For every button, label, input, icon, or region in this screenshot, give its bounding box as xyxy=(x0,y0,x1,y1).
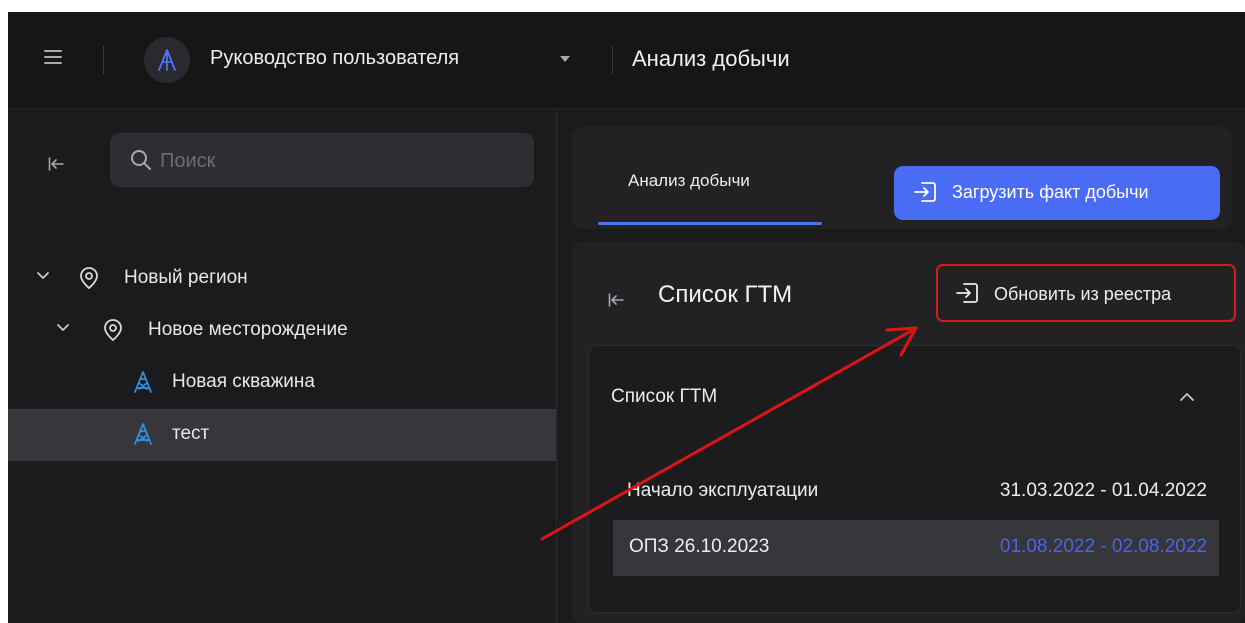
search-box[interactable] xyxy=(110,133,534,187)
tab-label: Анализ добычи xyxy=(628,171,750,190)
gtm-row[interactable]: Начало эксплуатации 31.03.2022 - 01.04.2… xyxy=(613,464,1219,520)
app-name[interactable]: Руководство пользователя xyxy=(210,47,459,70)
gtm-row-name: Начало эксплуатации xyxy=(627,480,819,501)
divider xyxy=(612,46,613,74)
chevron-down-icon[interactable] xyxy=(56,323,70,333)
menu-icon[interactable] xyxy=(44,50,62,64)
gtm-row-selected[interactable]: ОПЗ 26.10.2023 01.08.2022 - 02.08.2022 xyxy=(613,520,1219,576)
divider xyxy=(103,46,104,74)
collapse-panel-icon[interactable] xyxy=(608,293,624,307)
location-pin-icon xyxy=(80,267,98,290)
tree-item-label: Новый регион xyxy=(124,267,248,288)
top-bar: Руководство пользователя Анализ добычи xyxy=(8,12,1245,109)
collapse-sidebar-icon[interactable] xyxy=(48,157,64,171)
gtm-row-range-link[interactable]: 01.08.2022 - 02.08.2022 xyxy=(1000,536,1207,558)
app-window: Руководство пользователя Анализ добычи П… xyxy=(8,12,1245,623)
search-input[interactable] xyxy=(158,147,522,175)
tree-item-region[interactable]: Новый регион xyxy=(8,253,556,305)
page-title: Анализ добычи xyxy=(632,46,790,71)
tree-item-field[interactable]: Новое месторождение xyxy=(8,305,556,357)
well-tower-icon xyxy=(134,423,152,445)
well-tower-icon xyxy=(134,371,152,393)
tab-bar: Анализ добычи Загрузить факт добычи xyxy=(572,127,1232,229)
caret-down-icon[interactable] xyxy=(560,56,570,62)
gtm-card-title: Список ГТМ xyxy=(611,386,718,407)
main-panel: Анализ добычи Загрузить факт добычи Спис… xyxy=(568,109,1245,623)
load-production-label: Загрузить факт добычи xyxy=(952,182,1149,202)
tree-item-well[interactable]: Новая скважина xyxy=(8,357,556,409)
gtm-row-name: ОПЗ 26.10.2023 xyxy=(629,536,770,557)
import-icon xyxy=(914,182,936,202)
gtm-panel: Список ГТМ Обновить из реестра Список ГТ… xyxy=(572,242,1245,623)
tree-item-well-selected[interactable]: тест xyxy=(8,409,556,461)
refresh-button-label: Обновить из реестра xyxy=(994,284,1172,304)
app-logo-icon[interactable] xyxy=(144,37,190,83)
tab-production-analysis[interactable]: Анализ добычи xyxy=(598,127,822,227)
gtm-list-card: Список ГТМ Начало эксплуатации 31.03.202… xyxy=(588,345,1241,613)
refresh-from-registry-button[interactable]: Обновить из реестра xyxy=(936,264,1236,322)
import-icon xyxy=(956,283,978,303)
load-production-button[interactable]: Загрузить факт добычи xyxy=(894,166,1220,220)
tree-item-label: Новая скважина xyxy=(172,371,315,392)
sidebar: Новый регион Новое месторождение Новая с… xyxy=(8,109,557,623)
active-tab-indicator xyxy=(598,222,822,225)
tree-item-label: тест xyxy=(172,423,210,444)
search-icon xyxy=(131,150,151,170)
tree-item-label: Новое месторождение xyxy=(148,319,348,340)
location-pin-icon xyxy=(104,319,122,342)
chevron-up-icon[interactable] xyxy=(1179,392,1195,402)
gtm-panel-title: Список ГТМ xyxy=(658,281,793,308)
gtm-row-range: 31.03.2022 - 01.04.2022 xyxy=(999,480,1207,501)
chevron-down-icon[interactable] xyxy=(36,271,50,281)
